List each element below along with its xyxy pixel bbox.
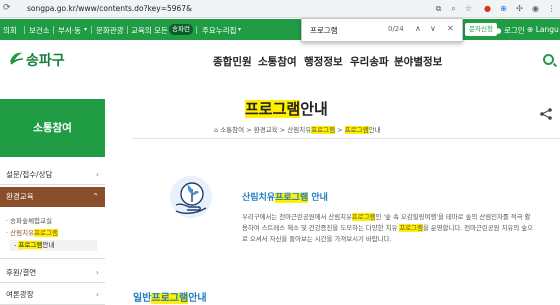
chevron-right-icon: › xyxy=(95,268,99,277)
top-utility-bar: 의회 보건소 부서·동 ▾ 문화관광 교육의 모든 것 송파런 주요누리집 ▾ … xyxy=(0,19,560,40)
submenu-forest-class[interactable]: · 송파숲체험교실 xyxy=(6,215,52,225)
topbar-link-tourism[interactable]: 문화관광 xyxy=(96,25,124,36)
sidebar-submenu: · 송파숲체험교실 · 산림치유프로그램 - 프로그램안내 xyxy=(0,207,105,259)
home-icon[interactable]: ⌂ xyxy=(214,126,218,134)
sidebar-item-sponsorship[interactable]: 후원/결연 › xyxy=(0,263,105,283)
sidebar-item-forum[interactable]: 여론광장 › xyxy=(0,285,105,305)
section-title: 산림치유프로그램 안내 xyxy=(242,193,328,203)
sidebar-item-survey[interactable]: 설문/접수/상담 › xyxy=(0,165,105,185)
share-icon[interactable] xyxy=(539,107,553,121)
extensions-puzzle-icon[interactable]: ✣ xyxy=(514,3,525,14)
chevron-down-icon: ▾ xyxy=(84,26,88,33)
submenu-forest-healing[interactable]: · 산림치유프로그램 xyxy=(6,227,58,237)
topbar-link-departments[interactable]: 부서·동 xyxy=(58,25,81,36)
find-in-page-bar: 프로그램 0/24 ∧ ∨ ✕ xyxy=(301,18,463,42)
songpa-logo-icon xyxy=(10,52,24,65)
topbar-link-health[interactable]: 보건소 xyxy=(29,25,50,36)
login-link[interactable]: ● 로그인 xyxy=(495,25,525,36)
description-line: 용하여 스트레스 해소 및 건강증진을 도모하는 다양한 치유 프로그램을 운영… xyxy=(242,224,533,232)
site-header: 송파구 종합민원 소통참여 행정정보 우리송파 분야별정보 xyxy=(0,40,560,80)
description-line: 로 오셔서 자신을 돌아보는 시간을 가져보시기 바랍니다. xyxy=(242,235,392,243)
extension-icon[interactable]: ⊕ xyxy=(498,3,509,14)
chevron-right-icon: › xyxy=(95,290,99,299)
nav-civil-service[interactable]: 종합민원 xyxy=(213,54,252,69)
separator xyxy=(91,26,92,34)
chevron-up-icon: ⌃ xyxy=(92,192,99,201)
breadcrumb-item[interactable]: 산림치유프로그램 xyxy=(287,126,336,134)
description-line: 우리구에서는 천마근린공원에서 산림치유프로그램인 '숲 속 오감힐링여행'을 … xyxy=(242,213,531,221)
nav-admin-info[interactable]: 행정정보 xyxy=(304,54,343,69)
language-link[interactable]: ⊕ Langu xyxy=(527,25,559,34)
find-count: 0/24 xyxy=(388,25,404,33)
hands-plant-icon xyxy=(170,176,212,218)
reload-icon[interactable]: ⟳ xyxy=(3,3,11,13)
sidebar-title: 소통참여 xyxy=(0,99,105,157)
url-field[interactable]: songpa.go.kr/www/contents.do?key=5967& xyxy=(27,4,192,13)
user-icon: ● xyxy=(495,26,502,35)
site-name: 송파구 xyxy=(26,53,65,69)
breadcrumb-current: 프로그램안내 xyxy=(344,126,381,134)
nav-field-info[interactable]: 분야별정보 xyxy=(394,54,442,69)
breadcrumb: ⌂ 소통참여 > 환경교육 > 산림치유프로그램 > 프로그램안내 xyxy=(214,126,381,134)
zoom-icon[interactable]: ⌕ xyxy=(448,3,459,14)
browser-address-bar: ⟳ songpa.go.kr/www/contents.do?key=5967&… xyxy=(0,0,560,18)
submenu-program-guide[interactable]: - 프로그램안내 xyxy=(10,240,97,251)
topbar-link-council[interactable]: 의회 xyxy=(3,25,17,36)
separator xyxy=(53,26,54,34)
search-icon[interactable] xyxy=(543,54,554,65)
separator xyxy=(24,26,25,34)
sms-request-button[interactable]: 문자신청 xyxy=(465,23,497,36)
find-prev-icon[interactable]: ∧ xyxy=(415,24,421,33)
chevron-right-icon: › xyxy=(95,170,99,179)
page-title: 프로그램안내 xyxy=(245,100,328,118)
sub-heading: 일반프로그램안내 xyxy=(133,293,207,304)
nav-our-songpa[interactable]: 우리송파 xyxy=(350,54,389,69)
bookmark-star-icon[interactable]: ☆ xyxy=(463,3,474,14)
translate-icon[interactable]: ⧉ xyxy=(433,3,444,14)
breadcrumb-item[interactable]: 소통참여 xyxy=(220,126,244,134)
divider xyxy=(132,138,560,139)
profile-icon[interactable]: ◉ xyxy=(530,3,541,14)
topbar-link-major-sites[interactable]: 주요누리집 xyxy=(202,25,237,36)
separator xyxy=(196,26,197,34)
songpa-learn-badge[interactable]: 송파런 xyxy=(169,24,193,35)
sidebar-item-env-education[interactable]: 환경교육 ⌃ xyxy=(0,187,105,207)
globe-icon: ⊕ xyxy=(527,25,534,34)
breadcrumb-item[interactable]: 환경교육 xyxy=(254,126,278,134)
extension-icon[interactable]: ● xyxy=(482,3,493,14)
chevron-down-icon: ▾ xyxy=(238,26,242,33)
find-input[interactable]: 프로그램 xyxy=(310,25,338,36)
nav-participation[interactable]: 소통참여 xyxy=(258,54,297,69)
find-close-icon[interactable]: ✕ xyxy=(447,24,454,33)
find-next-icon[interactable]: ∨ xyxy=(430,24,436,33)
separator xyxy=(127,26,128,34)
menu-icon[interactable]: ⋮ xyxy=(546,3,557,14)
